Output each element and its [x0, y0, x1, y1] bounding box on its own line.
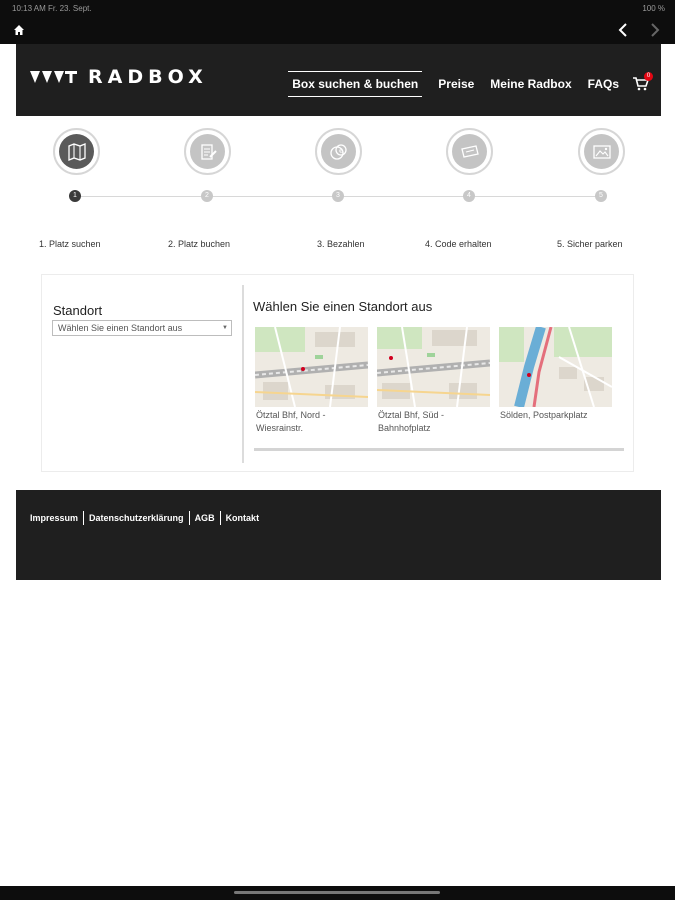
step-4-icon-circle [446, 128, 493, 175]
step-3-icon-circle: € [315, 128, 362, 175]
step-1-label: 1. Platz suchen [39, 239, 101, 249]
footer-link-kontakt[interactable]: Kontakt [226, 513, 260, 523]
forward-arrow-icon[interactable] [648, 21, 662, 39]
footer-link-impressum[interactable]: Impressum [30, 513, 78, 523]
status-time: 10:13 AM Fr. 23. Sept. [12, 4, 92, 13]
step-5-icon-circle [578, 128, 625, 175]
location-card-oetztal-sued[interactable]: Ötztal Bhf, Süd - Bahnhofplatz [377, 327, 490, 439]
select-arrow-icon: ▼ [222, 325, 228, 331]
panel-divider [242, 285, 244, 463]
nav-box-suchen[interactable]: Box suchen & buchen [288, 71, 423, 97]
status-battery: 100 % [642, 4, 665, 13]
main-nav: Box suchen & buchen Preise Meine Radbox … [272, 71, 653, 97]
parking-photo-icon [592, 144, 611, 159]
step-4-label: 4. Code erhalten [425, 239, 492, 249]
step-4-number: 4 [463, 190, 475, 202]
footer-separator [219, 511, 221, 525]
step-2-label: 2. Platz buchen [168, 239, 231, 249]
cart-button[interactable]: 0 [633, 72, 653, 91]
location-card-soelden[interactable]: Sölden, Postparkplatz [499, 327, 612, 439]
map-thumbnail [255, 327, 368, 407]
location-name: Sölden, Postparkplatz [500, 410, 588, 420]
section-title: Wählen Sie einen Standort aus [253, 299, 433, 314]
site-header: RADBOX Box suchen & buchen Preise Meine … [16, 44, 661, 116]
footer-link-agb[interactable]: AGB [195, 513, 215, 523]
location-name: Ötztal Bhf, Süd - Bahnhofplatz [378, 410, 445, 433]
step-2-icon-circle [184, 128, 231, 175]
coins-icon: € [329, 143, 347, 160]
site-footer: Impressum Datenschutzerklärung AGB Konta… [16, 490, 661, 580]
browser-toolbar [0, 16, 675, 44]
status-bar: 10:13 AM Fr. 23. Sept. 100 % [0, 0, 675, 16]
footer-separator [188, 511, 190, 525]
cart-badge: 0 [644, 72, 653, 81]
footer-links: Impressum Datenschutzerklärung AGB Konta… [30, 511, 259, 525]
nav-faqs[interactable]: FAQs [588, 77, 619, 91]
radbox-logo[interactable]: RADBOX [30, 66, 208, 88]
footer-separator [83, 511, 85, 525]
nav-meine-radbox[interactable]: Meine Radbox [490, 77, 571, 91]
map-thumbnail [499, 327, 612, 407]
step-3-label: 3. Bezahlen [317, 239, 365, 249]
step-5-number: 5 [595, 190, 607, 202]
step-5-label: 5. Sicher parken [557, 239, 623, 249]
step-1-icon-circle [53, 128, 100, 175]
step-1-number: 1 [69, 190, 81, 202]
location-name: Ötztal Bhf, Nord - Wiesrainstr. [256, 410, 326, 433]
standort-label: Standort [53, 303, 103, 318]
map-search-icon [67, 142, 86, 161]
brand-name: RADBOX [88, 66, 208, 88]
step-2-number: 2 [201, 190, 213, 202]
logo-mark-icon [30, 71, 77, 83]
nav-preise[interactable]: Preise [438, 77, 474, 91]
back-arrow-icon[interactable] [616, 21, 630, 39]
home-indicator[interactable] [234, 891, 440, 894]
cards-scrollbar[interactable] [254, 448, 624, 451]
map-thumbnail [377, 327, 490, 407]
step-3-number: 3 [332, 190, 344, 202]
ticket-code-icon [460, 144, 479, 158]
location-card-oetztal-nord[interactable]: Ötztal Bhf, Nord - Wiesrainstr. [255, 327, 368, 439]
system-bottom-bar [0, 886, 675, 900]
standort-select[interactable]: Wählen Sie einen Standort aus [52, 320, 232, 336]
footer-link-datenschutz[interactable]: Datenschutzerklärung [89, 513, 184, 523]
svg-text:€: € [339, 148, 343, 155]
edit-form-icon [200, 143, 217, 160]
home-icon[interactable] [13, 24, 25, 36]
